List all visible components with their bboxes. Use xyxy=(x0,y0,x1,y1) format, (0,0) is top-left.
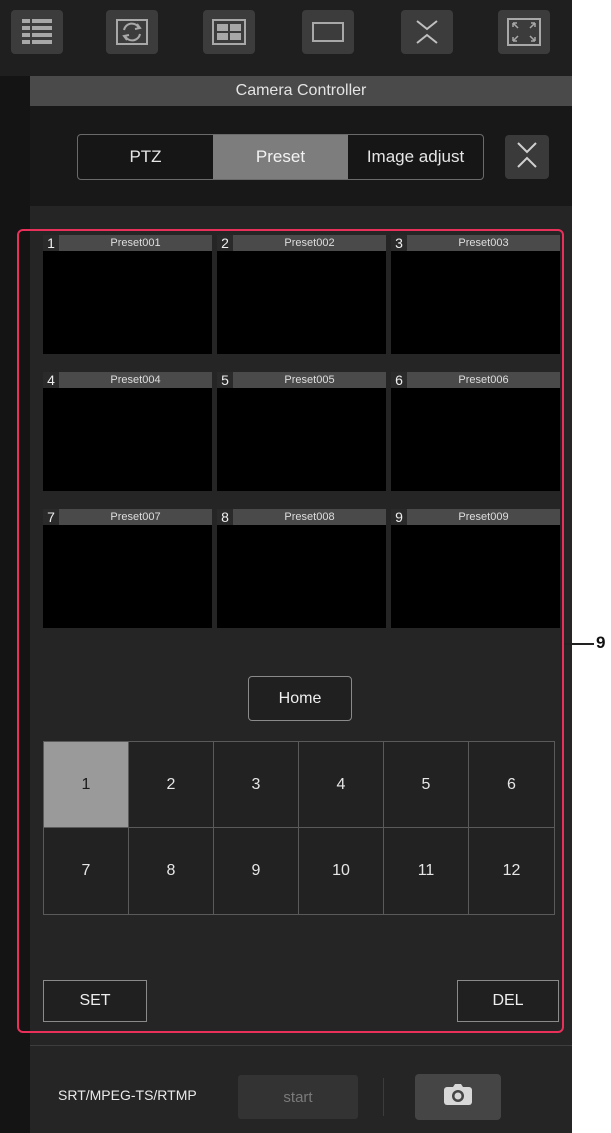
single-screen-icon xyxy=(311,20,345,44)
fullscreen-icon xyxy=(507,18,541,46)
callout-leader-line xyxy=(564,643,594,645)
collapse-view-button[interactable] xyxy=(401,10,453,54)
vertical-separator xyxy=(383,1078,384,1116)
top-toolbar xyxy=(0,0,572,76)
rotate-image-icon xyxy=(115,18,149,46)
fullscreen-button[interactable] xyxy=(498,10,550,54)
list-view-button[interactable] xyxy=(11,10,63,54)
callout-highlight xyxy=(17,229,564,1033)
collapse-icon xyxy=(514,139,540,176)
section-divider xyxy=(30,1045,572,1046)
quad-screen-icon xyxy=(212,19,246,45)
stream-protocol-label: SRT/MPEG-TS/RTMP xyxy=(58,1087,197,1103)
mode-tabs: PTZ Preset Image adjust xyxy=(77,134,484,180)
callout-label: 9 xyxy=(596,633,606,652)
collapse-panel-button[interactable] xyxy=(505,135,549,179)
panel-title: Camera Controller xyxy=(30,76,572,106)
list-view-icon xyxy=(21,17,53,47)
snapshot-button[interactable] xyxy=(415,1074,501,1120)
camera-icon xyxy=(443,1083,473,1111)
collapse-icon xyxy=(412,17,442,47)
rotate-image-button[interactable] xyxy=(106,10,158,54)
tab-preset[interactable]: Preset xyxy=(213,135,348,179)
stream-start-button[interactable]: start xyxy=(238,1075,358,1119)
tab-image-adjust[interactable]: Image adjust xyxy=(348,135,483,179)
quad-screen-button[interactable] xyxy=(203,10,255,54)
single-screen-button[interactable] xyxy=(302,10,354,54)
tab-ptz[interactable]: PTZ xyxy=(78,135,213,179)
